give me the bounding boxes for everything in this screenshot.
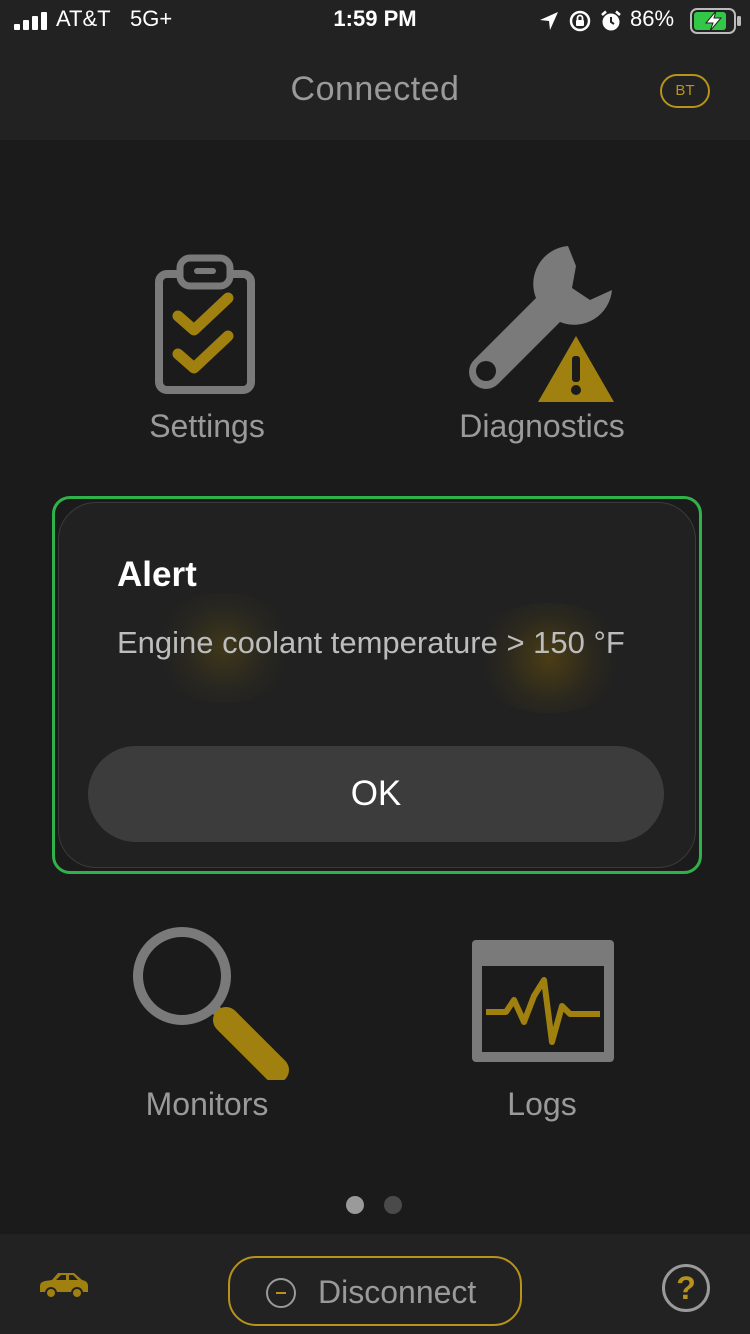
page-dot[interactable] bbox=[384, 1196, 402, 1214]
page-indicator bbox=[346, 1196, 406, 1214]
status-bar: AT&T 5G+ 1:59 PM 86% bbox=[0, 0, 750, 40]
minus-circle-icon bbox=[266, 1278, 296, 1308]
bluetooth-badge[interactable]: BT bbox=[660, 74, 710, 108]
tile-settings-label: Settings bbox=[149, 408, 265, 444]
tile-logs[interactable]: Logs bbox=[436, 920, 648, 1130]
alert-title: Alert bbox=[117, 555, 197, 594]
waveform-monitor-icon bbox=[472, 940, 614, 1062]
clipboard-check-icon bbox=[155, 254, 255, 394]
rotation-lock-icon bbox=[569, 10, 591, 32]
disconnect-label: Disconnect bbox=[318, 1274, 477, 1310]
ok-button[interactable]: OK bbox=[88, 746, 664, 842]
tile-logs-label: Logs bbox=[507, 1086, 577, 1122]
wrench-warning-icon bbox=[469, 246, 614, 402]
battery-percent: 86% bbox=[630, 6, 675, 31]
magnifier-icon bbox=[133, 927, 289, 1080]
car-icon[interactable] bbox=[36, 1270, 92, 1300]
tile-diagnostics[interactable]: Diagnostics bbox=[432, 240, 652, 460]
alarm-icon bbox=[601, 10, 621, 31]
page-title: Connected bbox=[290, 70, 460, 108]
tile-monitors-label: Monitors bbox=[145, 1086, 269, 1122]
alert-message: Engine coolant temperature > 150 °F bbox=[117, 625, 625, 660]
tile-monitors[interactable]: Monitors bbox=[100, 920, 314, 1130]
alert-dialog: Alert Engine coolant temperature > 150 °… bbox=[58, 502, 696, 868]
disconnect-button[interactable]: Disconnect bbox=[228, 1256, 522, 1326]
nav-bar: Connected BT bbox=[0, 40, 750, 140]
tile-settings[interactable]: Settings bbox=[100, 240, 314, 460]
help-button[interactable]: ? bbox=[662, 1264, 710, 1312]
battery-icon bbox=[690, 8, 741, 34]
page-dot-active[interactable] bbox=[346, 1196, 364, 1214]
bottom-bar: Disconnect ? bbox=[0, 1234, 750, 1334]
location-icon bbox=[540, 12, 558, 30]
tile-diagnostics-label: Diagnostics bbox=[459, 408, 625, 444]
